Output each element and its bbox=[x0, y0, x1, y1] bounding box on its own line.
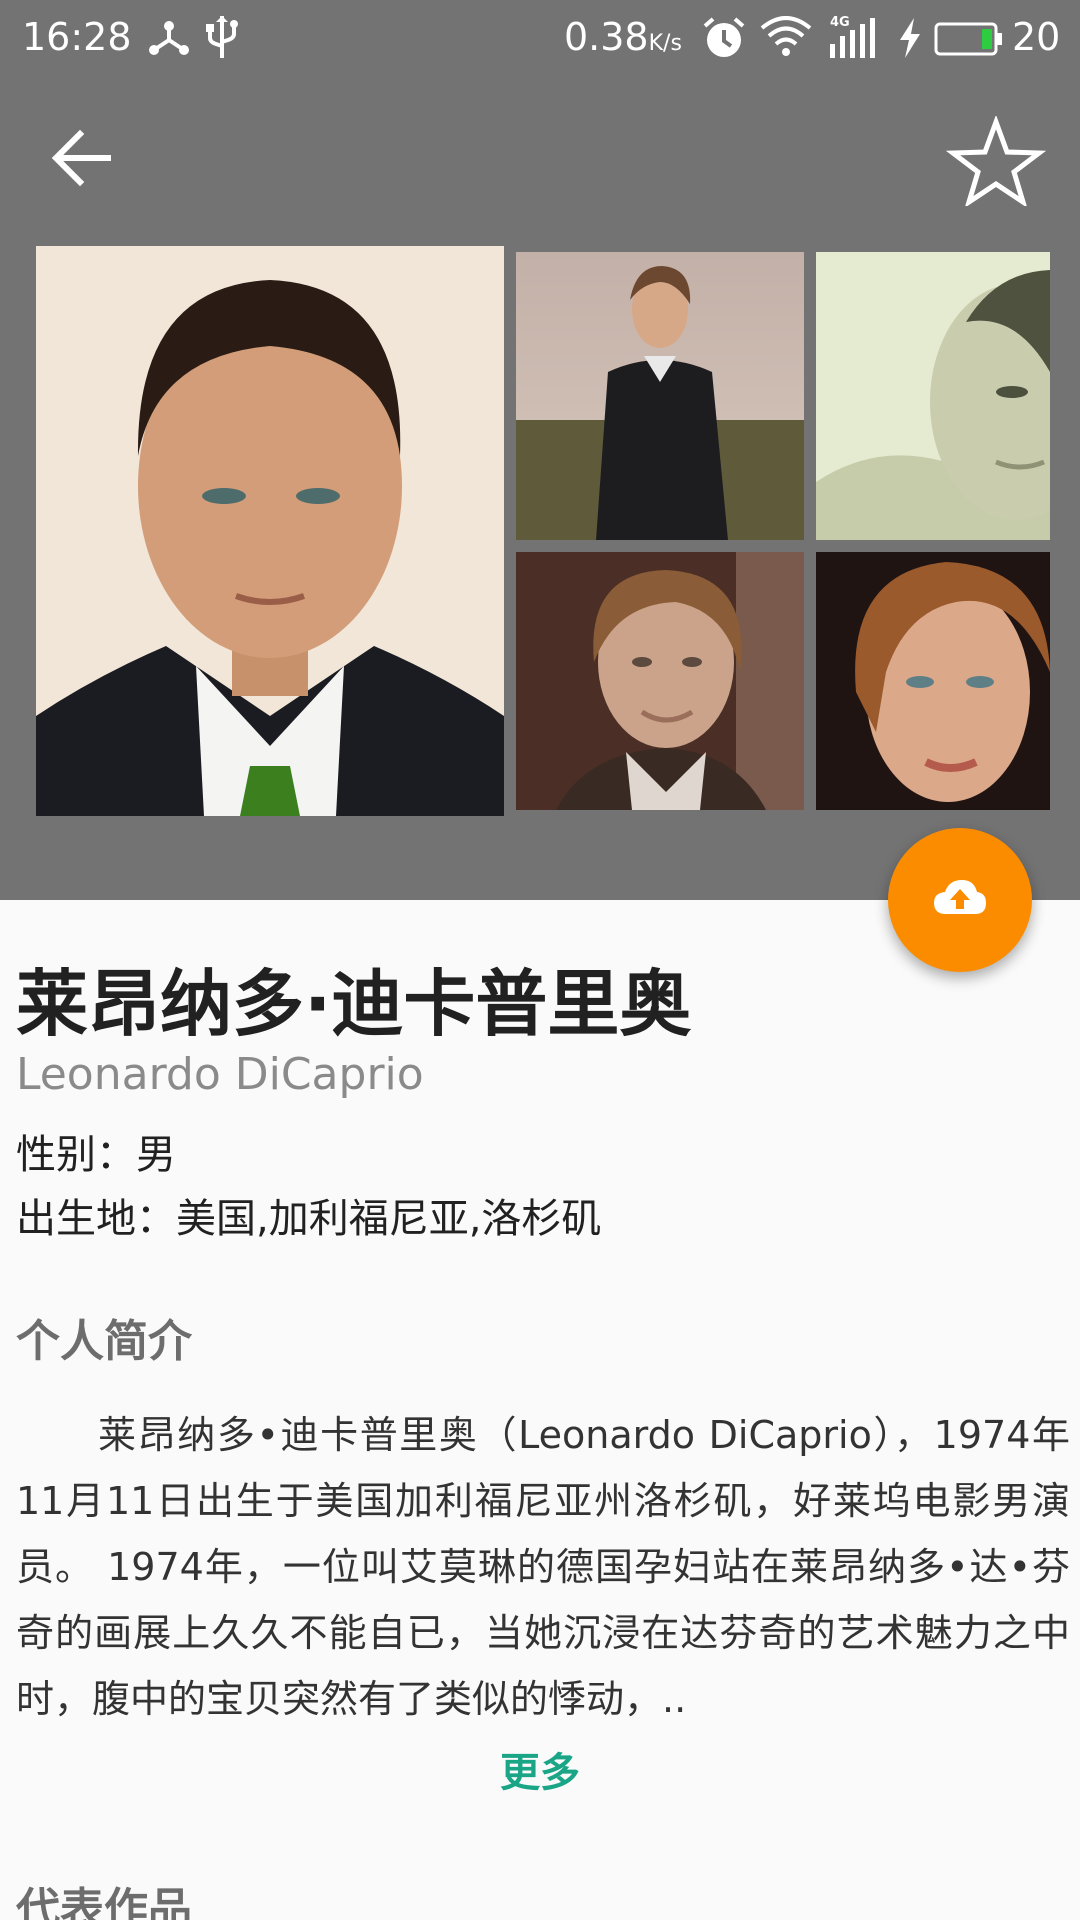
birthplace-info: 出生地：美国,加利福尼亚,洛杉矶 bbox=[16, 1196, 602, 1242]
star-outline-icon bbox=[945, 114, 1047, 210]
actor-name-english: Leonardo DiCaprio bbox=[16, 1049, 424, 1100]
gallery-photo-4[interactable] bbox=[516, 552, 804, 810]
battery-icon bbox=[934, 22, 1004, 60]
network-speed-value: 0.38 bbox=[564, 15, 649, 59]
svg-text:4G: 4G bbox=[830, 15, 850, 30]
header-gallery-area: 16:28 0.38K/s 4G 20 bbox=[0, 0, 1080, 972]
actor-name-chinese: 莱昂纳多·迪卡普里奥 bbox=[16, 962, 692, 1046]
network-speed: 0.38K/s bbox=[564, 12, 682, 69]
gallery-photo-2[interactable] bbox=[516, 252, 804, 540]
bio-section-title: 个人简介 bbox=[16, 1316, 192, 1367]
wifi-icon bbox=[760, 16, 812, 62]
back-button[interactable] bbox=[44, 122, 128, 198]
usb-debug-icon bbox=[148, 18, 190, 62]
gender-info: 性别：男 bbox=[16, 1132, 176, 1178]
bio-text: 莱昂纳多•迪卡普里奥（Leonardo DiCaprio），1974年11月11… bbox=[16, 1413, 1070, 1721]
gallery-photo-5[interactable] bbox=[816, 552, 1050, 810]
signal-icon: 4G bbox=[828, 14, 884, 64]
network-speed-unit: K/s bbox=[648, 31, 682, 56]
status-bar: 16:28 0.38K/s 4G 20 bbox=[0, 0, 1080, 76]
status-time: 16:28 bbox=[22, 15, 132, 59]
gallery-photo-3[interactable] bbox=[816, 252, 1050, 540]
actor-detail-screen: 16:28 0.38K/s 4G 20 莱昂纳多·迪卡普里奥 Leonardo … bbox=[0, 0, 1080, 1920]
works-section-title: 代表作品 bbox=[16, 1884, 192, 1920]
battery-percent: 20 bbox=[1012, 15, 1061, 59]
usb-icon bbox=[206, 14, 238, 64]
gallery-photo-main[interactable] bbox=[36, 246, 504, 816]
actor-info-content: 莱昂纳多·迪卡普里奥 Leonardo DiCaprio 性别：男 出生地：美国… bbox=[0, 900, 1080, 1920]
more-button[interactable]: 更多 bbox=[0, 1738, 1080, 1808]
charging-icon bbox=[898, 18, 922, 62]
alarm-icon bbox=[702, 16, 746, 64]
favorite-button[interactable] bbox=[945, 114, 1047, 208]
arrow-left-icon bbox=[44, 129, 128, 202]
